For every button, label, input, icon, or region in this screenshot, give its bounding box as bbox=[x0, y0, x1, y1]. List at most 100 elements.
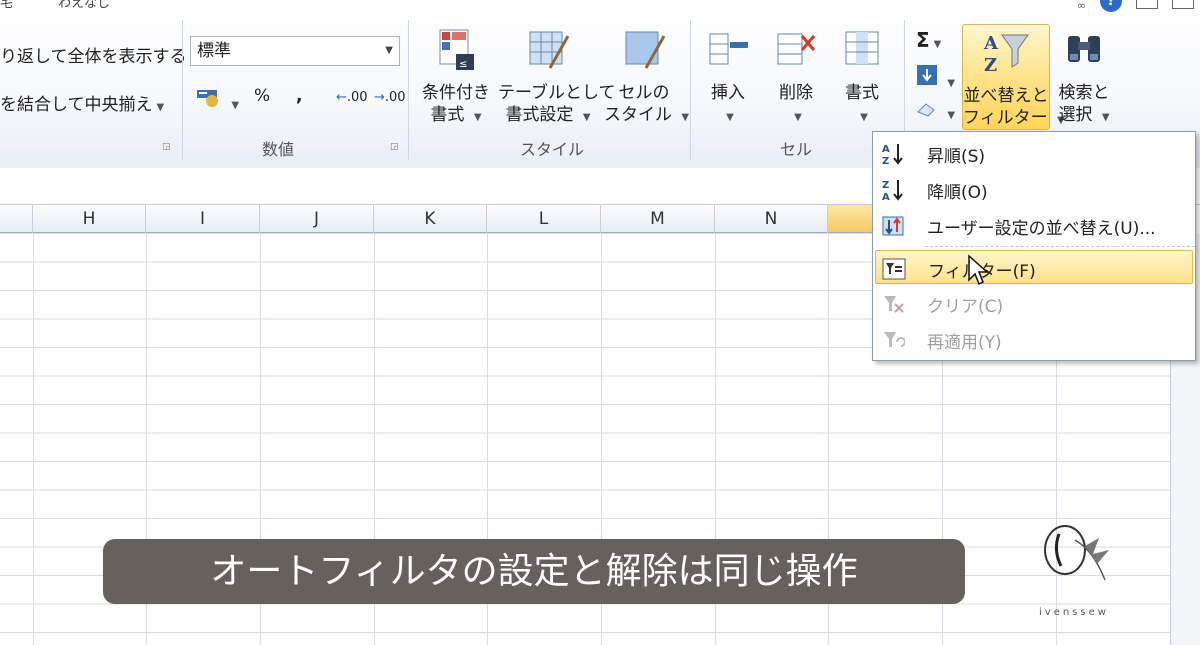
caption-banner: オートフィルタの設定と解除は同じ操作 bbox=[103, 539, 965, 604]
svg-text:A: A bbox=[882, 144, 890, 155]
column-header-h[interactable]: H bbox=[33, 205, 146, 233]
format-as-table-label: テーブルとして 書式設定 ▼ bbox=[498, 83, 616, 125]
delete-cells-button[interactable]: 削除 ▼ bbox=[768, 28, 824, 129]
currency-format-button[interactable]: ▼ bbox=[196, 86, 239, 113]
alignment-dialog-launcher-icon[interactable]: ◲ bbox=[162, 142, 171, 152]
decrease-decimal-icon: → bbox=[374, 90, 385, 105]
tab-other[interactable]: わえなし bbox=[58, 0, 110, 11]
number-format-combo[interactable]: 標準 ▼ bbox=[190, 36, 400, 66]
tab-strip: 宅 わえなし ∞ ? bbox=[0, 0, 1200, 18]
menu-item-filter[interactable]: フィルター(F) bbox=[875, 250, 1193, 284]
column-header-m[interactable]: M bbox=[601, 205, 715, 233]
chevron-down-icon[interactable]: ▼ bbox=[947, 78, 955, 89]
format-cells-label: 書式 ▼ bbox=[845, 83, 879, 123]
format-as-table-icon bbox=[529, 31, 570, 69]
number-format-value: 標準 bbox=[197, 41, 231, 61]
group-separator bbox=[182, 20, 183, 160]
mouse-cursor-icon bbox=[968, 254, 989, 286]
conditional-formatting-label: 条件付き 書式 ▼ bbox=[422, 83, 490, 125]
column-header-i[interactable]: I bbox=[146, 205, 260, 233]
sort-descending-icon: Z A bbox=[882, 180, 903, 202]
svg-text:Z: Z bbox=[984, 55, 997, 75]
autosum-button[interactable]: Σ ▼ bbox=[916, 28, 941, 52]
close-window-button[interactable] bbox=[1172, 0, 1194, 9]
svg-text:A: A bbox=[882, 192, 890, 202]
menu-item-label: ユーザー設定の並べ替え(U)... bbox=[927, 219, 1156, 239]
clear-button[interactable]: ▼ bbox=[916, 100, 955, 123]
svg-text:ivenssew: ivenssew bbox=[1039, 607, 1109, 618]
number-dialog-launcher-icon[interactable]: ◲ bbox=[390, 142, 399, 152]
menu-item-label: 昇順(S) bbox=[927, 147, 986, 167]
svg-text:≤: ≤ bbox=[459, 59, 467, 70]
column-header-l[interactable]: L bbox=[487, 205, 601, 233]
chevron-down-icon[interactable]: ▼ bbox=[157, 102, 165, 113]
chevron-down-icon[interactable]: ▼ bbox=[934, 39, 942, 50]
insert-cells-label: 挿入 ▼ bbox=[711, 83, 745, 123]
comma-style-button[interactable]: , bbox=[296, 86, 302, 106]
restore-window-button[interactable] bbox=[1136, 0, 1158, 9]
filter-icon bbox=[882, 258, 906, 280]
merge-center-button[interactable]: を結合して中央揃え ▼ bbox=[0, 90, 164, 115]
increase-decimal-button[interactable]: ←.00 bbox=[336, 90, 368, 105]
column-header-k[interactable]: K bbox=[374, 205, 487, 233]
find-select-button[interactable]: 検索と 選択 ▼ bbox=[1054, 28, 1114, 129]
find-select-label: 検索と 選択 ▼ bbox=[1058, 83, 1110, 125]
binoculars-icon bbox=[1068, 36, 1100, 62]
ribbon-minimize-icon[interactable]: ∞ bbox=[1077, 0, 1086, 12]
column-header-j[interactable]: J bbox=[260, 205, 374, 233]
menu-item-label: 再適用(Y) bbox=[927, 333, 1002, 353]
menu-item-sort-ascending[interactable]: A Z 昇順(S) bbox=[875, 136, 1193, 170]
chevron-down-icon[interactable]: ▼ bbox=[231, 100, 239, 111]
cell-styles-icon bbox=[625, 31, 666, 69]
menu-item-clear[interactable]: クリア(C) bbox=[875, 286, 1193, 320]
eraser-icon bbox=[917, 103, 935, 117]
svg-text:Z: Z bbox=[882, 156, 889, 166]
group-separator bbox=[408, 20, 409, 160]
increase-decimal-label: .00 bbox=[346, 90, 368, 105]
wrap-text-button[interactable]: り返して全体を表示する bbox=[0, 42, 187, 67]
clear-filter-icon bbox=[884, 296, 904, 313]
delete-cells-icon bbox=[777, 33, 816, 65]
group-separator bbox=[690, 20, 691, 160]
cell-styles-button[interactable]: セルの スタイル ▼ bbox=[604, 28, 690, 129]
menu-item-reapply[interactable]: 再適用(Y) bbox=[875, 322, 1193, 356]
increase-decimal-icon: ← bbox=[336, 90, 347, 105]
menu-item-custom-sort[interactable]: ユーザー設定の並べ替え(U)... bbox=[875, 208, 1193, 242]
sort-filter-label: 並べ替えと フィルター ▼ bbox=[963, 86, 1065, 128]
chevron-down-icon[interactable]: ▼ bbox=[947, 110, 955, 121]
percent-style-button[interactable]: % bbox=[254, 86, 270, 106]
merge-center-label: を結合して中央揃え bbox=[0, 95, 153, 115]
decrease-decimal-button[interactable]: →.00 bbox=[374, 90, 406, 105]
sigma-icon: Σ bbox=[916, 28, 930, 52]
menu-separator bbox=[925, 246, 1195, 247]
help-icon[interactable]: ? bbox=[1100, 0, 1122, 12]
menu-item-label: 降順(O) bbox=[927, 183, 988, 203]
sort-filter-icon: A Z bbox=[983, 33, 1029, 76]
brand-logo-icon: ivenssew bbox=[1039, 525, 1109, 618]
cells-group-label: セル bbox=[780, 140, 813, 159]
menu-item-sort-descending[interactable]: Z A 降順(O) bbox=[875, 172, 1193, 206]
svg-text:Z: Z bbox=[882, 180, 889, 191]
reapply-filter-icon bbox=[884, 332, 905, 347]
column-header[interactable] bbox=[0, 205, 33, 233]
custom-sort-icon bbox=[882, 216, 904, 236]
svg-text:A: A bbox=[983, 33, 999, 54]
tab-home[interactable]: 宅 bbox=[0, 0, 13, 11]
column-header-n[interactable]: N bbox=[715, 205, 828, 233]
format-cells-icon bbox=[845, 31, 879, 65]
currency-icon bbox=[197, 90, 218, 107]
insert-cells-button[interactable]: 挿入 ▼ bbox=[700, 28, 756, 129]
sort-filter-button[interactable]: A Z 並べ替えと フィルター ▼ bbox=[962, 24, 1065, 130]
conditional-formatting-icon: ≤ bbox=[439, 29, 474, 70]
format-cells-button[interactable]: 書式 ▼ bbox=[834, 28, 890, 129]
styles-group-label: スタイル bbox=[520, 140, 585, 159]
conditional-formatting-button[interactable]: ≤ 条件付き 書式 ▼ bbox=[416, 28, 496, 129]
sort-ascending-icon: A Z bbox=[882, 144, 903, 166]
format-as-table-button[interactable]: テーブルとして 書式設定 ▼ bbox=[498, 28, 616, 129]
number-group-label: 数値 bbox=[262, 140, 295, 159]
fill-button[interactable]: ▼ bbox=[916, 64, 955, 91]
cell-styles-label: セルの スタイル ▼ bbox=[604, 83, 690, 125]
chevron-down-icon[interactable]: ▼ bbox=[385, 37, 393, 65]
menu-item-label: クリア(C) bbox=[927, 297, 1004, 317]
insert-cells-icon bbox=[709, 33, 748, 65]
